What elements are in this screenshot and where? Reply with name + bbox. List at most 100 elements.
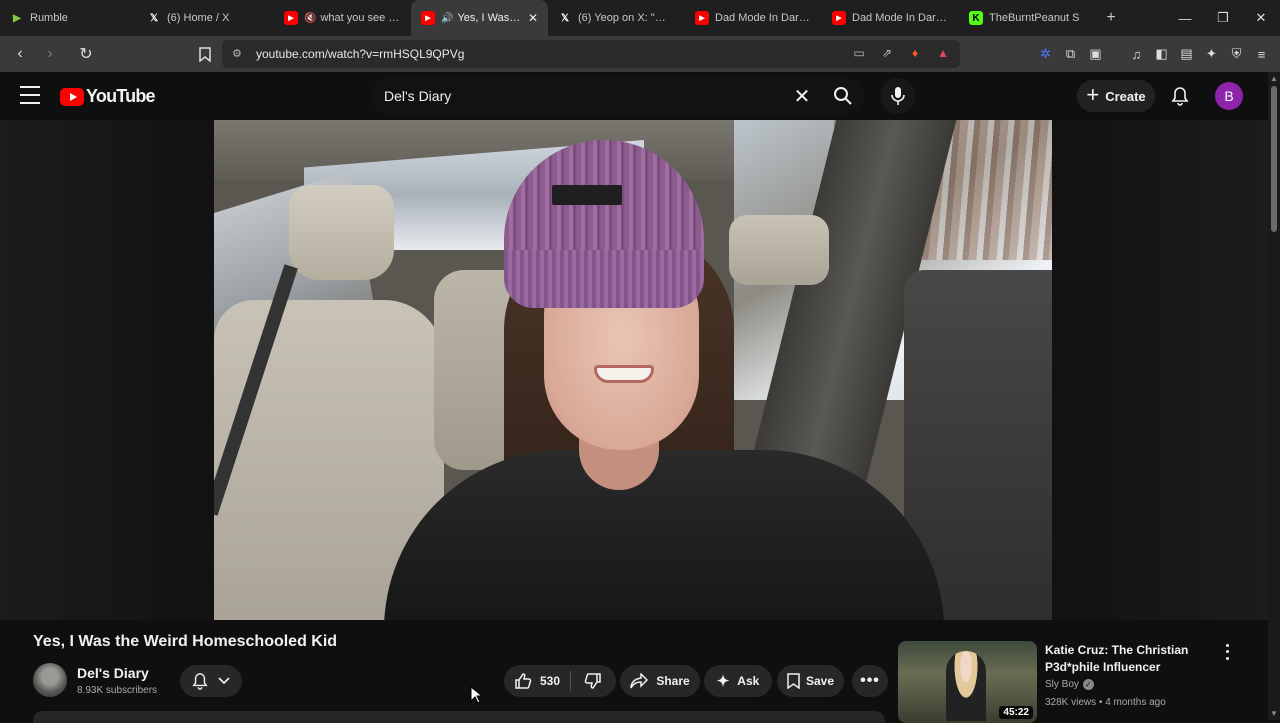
beanie-logo-patch	[552, 185, 622, 205]
sidebar-icon[interactable]: ◧	[1153, 44, 1170, 64]
share-button[interactable]: Share	[620, 665, 700, 697]
browser-tab[interactable]: K TheBurntPeanut S	[959, 0, 1096, 36]
channel-name[interactable]: Del's Diary	[77, 665, 149, 681]
back-icon[interactable]: ‹	[8, 42, 32, 66]
description-box[interactable]	[33, 711, 885, 723]
scrollbar-thumb[interactable]	[1271, 86, 1277, 232]
video-title: Yes, I Was the Weird Homeschooled Kid	[33, 633, 338, 650]
ask-button[interactable]: ✦ Ask	[704, 665, 772, 697]
search-icon	[834, 87, 852, 105]
dislike-button[interactable]	[571, 672, 615, 690]
tab-title: (6) Home / X	[167, 12, 230, 24]
save-label: Save	[805, 674, 835, 688]
tab-title: Dad Mode In Dark Mo	[715, 12, 812, 24]
like-count: 530	[540, 674, 561, 688]
share-icon	[630, 673, 649, 689]
youtube-icon: ▶	[695, 11, 709, 25]
plus-icon: +	[1086, 82, 1100, 107]
thumbs-down-icon	[584, 673, 601, 689]
tab-title: (6) Yeop on X: "@Fors	[578, 12, 675, 24]
tab-title: Dad Mode In Dark Mo	[852, 12, 949, 24]
create-button[interactable]: + Create	[1077, 80, 1155, 112]
video-duration: 45:22	[999, 706, 1033, 719]
wallet-icon[interactable]: ▤	[1178, 44, 1195, 64]
recommended-channel-name: Sly Boy	[1045, 679, 1079, 690]
search-box	[369, 78, 821, 114]
vpn-icon[interactable]: ⛨	[1228, 44, 1245, 64]
share-page-icon[interactable]: ⇗	[878, 44, 896, 62]
menu-icon[interactable]: ≡	[1253, 44, 1270, 64]
extensions-puzzle-icon[interactable]: ⧉	[1062, 44, 1079, 64]
url-text: youtube.com/watch?v=rmHSQL9QPVg	[256, 47, 465, 61]
more-vertical-icon[interactable]	[1220, 642, 1234, 662]
recommended-channel[interactable]: Sly Boy ✓	[1045, 679, 1094, 690]
address-bar[interactable]: ⚙ youtube.com/watch?v=rmHSQL9QPVg ▭ ⇗ ♦ …	[222, 40, 960, 68]
youtube-icon: ▶	[421, 11, 435, 25]
bell-icon	[192, 673, 208, 690]
scroll-up-icon[interactable]: ▲	[1270, 74, 1278, 83]
leo-ai-icon[interactable]: ✦	[1203, 44, 1220, 64]
new-tab-button[interactable]: +	[1096, 0, 1126, 36]
bell-icon	[1171, 87, 1189, 106]
notifications-button[interactable]	[1166, 82, 1194, 110]
mouse-cursor-icon	[470, 686, 482, 704]
sparkle-icon: ✦	[716, 673, 730, 690]
media-icon[interactable]: ♫	[1128, 44, 1145, 64]
tab-close-icon[interactable]: ✕	[528, 11, 538, 25]
scroll-down-icon[interactable]: ▼	[1270, 709, 1278, 718]
brave-rewards-icon[interactable]: ▲	[934, 44, 952, 62]
omnibox-actions: ▭ ⇗ ♦ ▲	[850, 44, 952, 62]
tab-title: Rumble	[30, 12, 68, 24]
youtube-icon: ▶	[284, 11, 298, 25]
reload-icon[interactable]: ↻	[74, 42, 98, 66]
clear-search-icon[interactable]: ✕	[790, 82, 814, 110]
like-dislike-group: 530	[504, 665, 616, 697]
browser-tab[interactable]: ▶ Rumble	[0, 0, 137, 36]
x-icon: 𝕏	[149, 12, 159, 24]
browser-tab[interactable]: ▶ 🔇 what you see is w	[274, 0, 411, 36]
youtube-header: YouTube ✕ + Create B	[0, 72, 1268, 120]
screenshot-icon[interactable]: ▣	[1087, 44, 1104, 64]
channel-avatar[interactable]	[33, 663, 67, 697]
search-input[interactable]	[384, 88, 764, 104]
like-button[interactable]: 530	[504, 672, 570, 690]
close-window-icon[interactable]: ✕	[1242, 0, 1280, 36]
account-avatar[interactable]: B	[1215, 82, 1243, 110]
search-button[interactable]	[821, 78, 865, 114]
save-button[interactable]: Save	[777, 665, 844, 697]
page-scrollbar[interactable]: ▲ ▼	[1268, 72, 1280, 720]
tab-title: TheBurntPeanut S	[989, 12, 1080, 24]
extension-icon[interactable]: ✲	[1037, 44, 1054, 64]
forward-icon[interactable]: ›	[38, 42, 62, 66]
verified-icon: ✓	[1082, 679, 1094, 690]
microphone-icon	[891, 87, 905, 105]
recommended-video-thumbnail[interactable]: 45:22	[898, 641, 1037, 723]
brave-shields-icon[interactable]: ♦	[906, 44, 924, 62]
recommended-video-title[interactable]: Katie Cruz: The Christian P3d*phile Infl…	[1045, 642, 1215, 676]
bookmark-icon[interactable]	[194, 42, 216, 66]
browser-tab[interactable]: 𝕏 (6) Home / X	[137, 0, 274, 36]
tab-title: Yes, I Was the	[457, 12, 522, 24]
more-actions-button[interactable]: •••	[852, 665, 888, 697]
browser-tab[interactable]: 𝕏 (6) Yeop on X: "@Fors	[548, 0, 685, 36]
recommended-video-meta: 328K views • 4 months ago	[1045, 697, 1166, 708]
youtube-logo[interactable]: YouTube	[60, 86, 156, 107]
browser-tab[interactable]: ▶ Dad Mode In Dark Mo	[822, 0, 959, 36]
subscribed-notifications-button[interactable]	[180, 665, 242, 697]
save-icon	[787, 673, 800, 689]
menu-icon[interactable]	[20, 86, 40, 104]
browser-tab[interactable]: ▶ Dad Mode In Dark Mo	[685, 0, 822, 36]
restore-icon[interactable]: ❐	[1204, 0, 1242, 36]
browser-tab-active[interactable]: ▶ 🔊 Yes, I Was the ✕	[411, 0, 548, 36]
voice-search-button[interactable]	[880, 78, 916, 114]
youtube-play-icon	[60, 87, 84, 106]
audio-playing-icon[interactable]: 🔊	[441, 13, 453, 24]
minimize-icon[interactable]: —	[1166, 0, 1204, 36]
cast-icon[interactable]: ▭	[850, 44, 868, 62]
site-info-icon[interactable]: ⚙	[232, 47, 246, 61]
video-player[interactable]	[214, 120, 1052, 620]
muted-icon[interactable]: 🔇	[304, 13, 316, 24]
chevron-down-icon	[218, 677, 230, 685]
x-icon: 𝕏	[560, 12, 570, 24]
share-label: Share	[656, 674, 690, 688]
